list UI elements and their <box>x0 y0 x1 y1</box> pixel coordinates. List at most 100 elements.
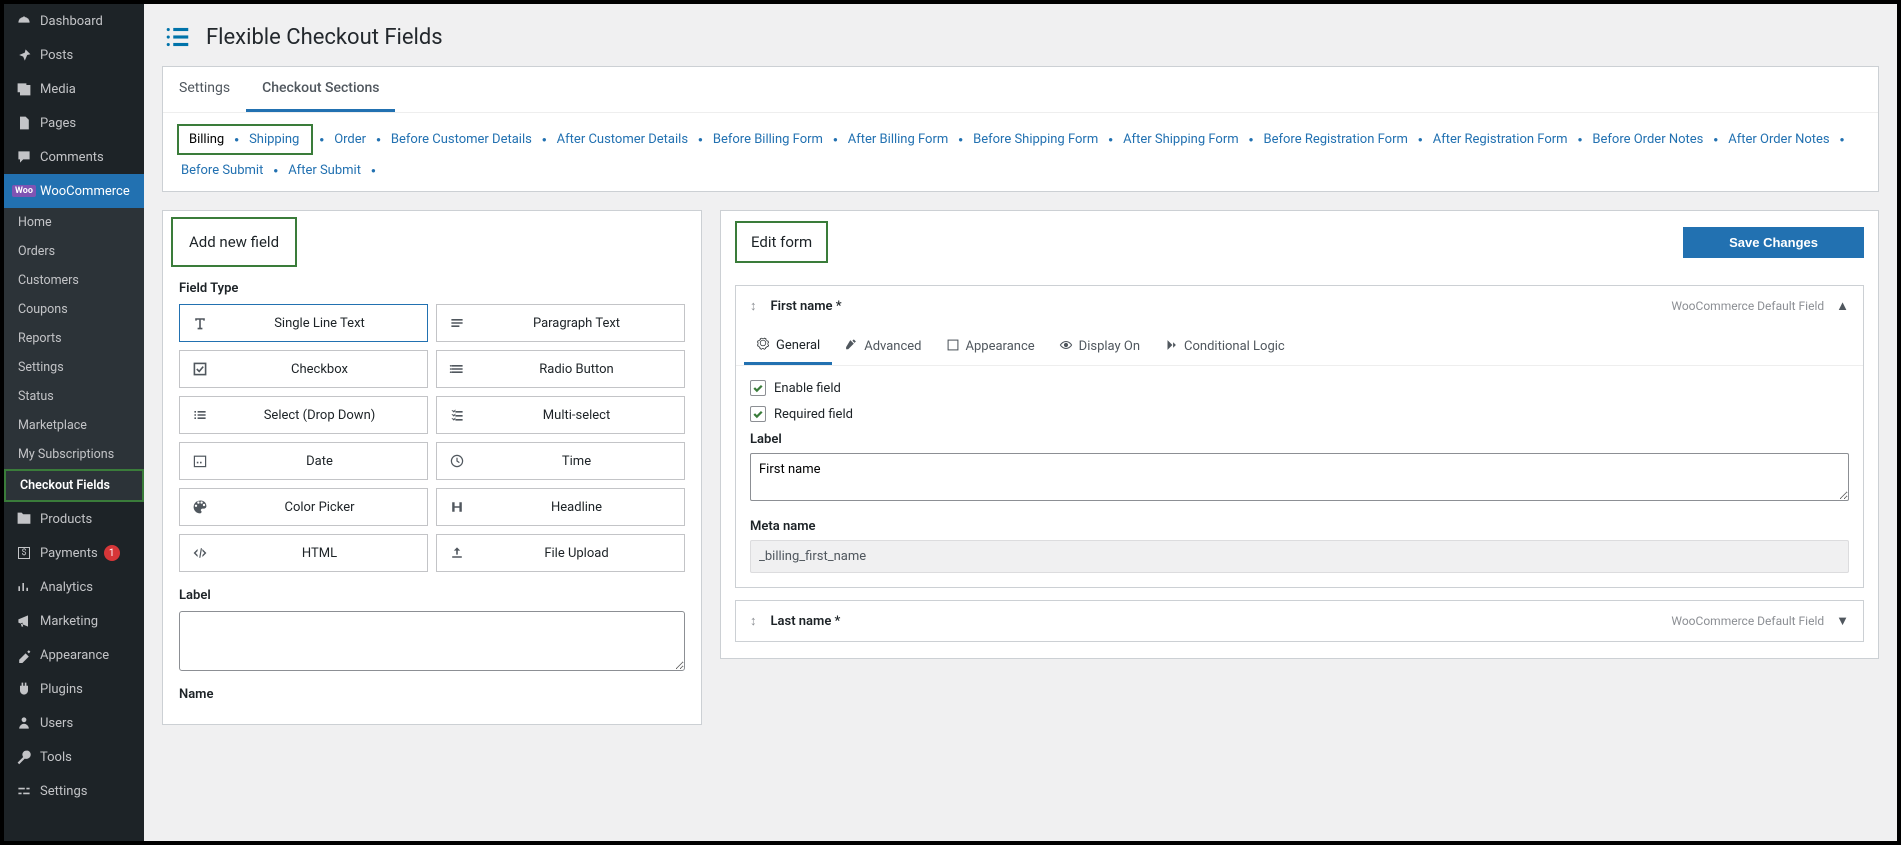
row-tab-appearance[interactable]: Appearance <box>934 326 1047 365</box>
section-link-before-submit[interactable]: Before Submit <box>177 161 267 180</box>
sidebar-item-customers[interactable]: Customers <box>4 266 144 295</box>
drag-handle-icon[interactable]: ↕ <box>750 613 757 629</box>
sidebar-item-posts[interactable]: Posts <box>4 38 144 72</box>
marketing-icon <box>14 611 34 631</box>
meta-name-input <box>750 540 1849 573</box>
analytics-icon <box>14 577 34 597</box>
tab-settings[interactable]: Settings <box>163 67 246 112</box>
sidebar-item-settings[interactable]: Settings <box>4 353 144 382</box>
section-link-after-billing-form[interactable]: After Billing Form <box>844 130 953 149</box>
section-link-before-shipping-form[interactable]: Before Shipping Form <box>969 130 1102 149</box>
tab-checkout-sections[interactable]: Checkout Sections <box>246 67 395 112</box>
drag-handle-icon[interactable]: ↕ <box>750 298 757 314</box>
section-link-shipping[interactable]: Shipping <box>245 130 303 149</box>
sidebar-item-reports[interactable]: Reports <box>4 324 144 353</box>
row-name: Last name * <box>771 614 1672 629</box>
pages-icon <box>14 113 34 133</box>
row-tab-label: Appearance <box>966 339 1035 354</box>
field-type-paragraph-text[interactable]: Paragraph Text <box>436 304 685 342</box>
field-type-label: Checkbox <box>220 362 419 377</box>
field-type-label: Date <box>220 454 419 469</box>
section-link-after-customer-details[interactable]: After Customer Details <box>553 130 692 149</box>
field-type-label: Multi-select <box>477 408 676 423</box>
sidebar-item-products[interactable]: Products <box>4 502 144 536</box>
row-tab-display-on[interactable]: Display On <box>1047 326 1152 365</box>
sidebar-item-users[interactable]: Users <box>4 706 144 740</box>
field-type-label: Radio Button <box>477 362 676 377</box>
required-field-checkbox[interactable] <box>750 406 766 422</box>
appearance-icon <box>14 645 34 665</box>
sidebar-item-home[interactable]: Home <box>4 208 144 237</box>
field-type-date[interactable]: Date <box>179 442 428 480</box>
row-name: First name * <box>771 299 1672 314</box>
sidebar-item-coupons[interactable]: Coupons <box>4 295 144 324</box>
sidebar-item-pages[interactable]: Pages <box>4 106 144 140</box>
row-tab-advanced[interactable]: Advanced <box>832 326 933 365</box>
sidebar-item-marketing[interactable]: Marketing <box>4 604 144 638</box>
sidebar-item-marketplace[interactable]: Marketplace <box>4 411 144 440</box>
section-link-after-submit[interactable]: After Submit <box>284 161 365 180</box>
form-row-head[interactable]: ↕ Last name * WooCommerce Default Field … <box>736 601 1863 641</box>
enable-field-label: Enable field <box>774 381 841 396</box>
row-tab-icon <box>1164 338 1178 356</box>
sidebar-item-label: Coupons <box>18 302 68 317</box>
sidebar-item-label: Orders <box>18 244 55 259</box>
field-type-radio-button[interactable]: Radio Button <box>436 350 685 388</box>
field-type-select-drop-down-[interactable]: Select (Drop Down) <box>179 396 428 434</box>
sidebar-item-analytics[interactable]: Analytics <box>4 570 144 604</box>
form-row-head[interactable]: ↕ First name * WooCommerce Default Field… <box>736 286 1863 326</box>
section-link-before-registration-form[interactable]: Before Registration Form <box>1259 130 1411 149</box>
row-tab-general[interactable]: General <box>744 326 832 365</box>
field-type-label: Color Picker <box>220 500 419 515</box>
sidebar-item-label: Marketplace <box>18 418 87 433</box>
section-link-before-customer-details[interactable]: Before Customer Details <box>387 130 536 149</box>
section-link-order[interactable]: Order <box>330 130 370 149</box>
enable-field-checkbox[interactable] <box>750 380 766 396</box>
sidebar-item-dashboard[interactable]: Dashboard <box>4 4 144 38</box>
sidebar-item-settings[interactable]: Settings <box>4 774 144 808</box>
page-title: Flexible Checkout Fields <box>206 25 443 50</box>
sidebar-item-comments[interactable]: Comments <box>4 140 144 174</box>
sidebar-item-status[interactable]: Status <box>4 382 144 411</box>
select-icon <box>188 407 212 423</box>
section-link-after-registration-form[interactable]: After Registration Form <box>1429 130 1572 149</box>
field-type-file-upload[interactable]: File Upload <box>436 534 685 572</box>
sidebar-item-my-subscriptions[interactable]: My Subscriptions <box>4 440 144 469</box>
comments-icon <box>14 147 34 167</box>
required-field-label: Required field <box>774 407 853 422</box>
field-type-html[interactable]: HTML <box>179 534 428 572</box>
sidebar-item-checkout-fields[interactable]: Checkout Fields <box>4 469 144 502</box>
sidebar-item-appearance[interactable]: Appearance <box>4 638 144 672</box>
wc-icon: Woo <box>14 181 34 201</box>
section-link-before-billing-form[interactable]: Before Billing Form <box>709 130 827 149</box>
field-type-label: File Upload <box>477 546 676 561</box>
row-tab-conditional-logic[interactable]: Conditional Logic <box>1152 326 1297 365</box>
sidebar-item-plugins[interactable]: Plugins <box>4 672 144 706</box>
section-link-after-shipping-form[interactable]: After Shipping Form <box>1119 130 1243 149</box>
field-type-multi-select[interactable]: Multi-select <box>436 396 685 434</box>
field-type-checkbox[interactable]: Checkbox <box>179 350 428 388</box>
save-changes-button[interactable]: Save Changes <box>1683 227 1864 258</box>
field-type-single-line-text[interactable]: Single Line Text <box>179 304 428 342</box>
section-link-before-order-notes[interactable]: Before Order Notes <box>1588 130 1707 149</box>
row-tab-label: General <box>776 338 820 353</box>
field-type-label: Single Line Text <box>220 316 419 331</box>
row-label-input[interactable] <box>750 453 1849 501</box>
field-type-headline[interactable]: Headline <box>436 488 685 526</box>
form-row-last-name: ↕ Last name * WooCommerce Default Field … <box>735 600 1864 642</box>
sidebar-item-woocommerce[interactable]: WooWooCommerce <box>4 174 144 208</box>
html-icon <box>188 545 212 561</box>
section-link-billing[interactable]: Billing <box>185 130 228 149</box>
label-input[interactable] <box>179 611 685 671</box>
sidebar-item-label: My Subscriptions <box>18 447 114 462</box>
sidebar-item-payments[interactable]: $Payments1 <box>4 536 144 570</box>
sidebar-item-orders[interactable]: Orders <box>4 237 144 266</box>
sidebar-item-tools[interactable]: Tools <box>4 740 144 774</box>
field-type-color-picker[interactable]: Color Picker <box>179 488 428 526</box>
section-link-after-order-notes[interactable]: After Order Notes <box>1724 130 1833 149</box>
row-tab-label: Display On <box>1079 339 1140 354</box>
time-icon <box>445 453 469 469</box>
sidebar-item-media[interactable]: Media <box>4 72 144 106</box>
field-type-time[interactable]: Time <box>436 442 685 480</box>
row-tab-label: Advanced <box>864 339 921 354</box>
